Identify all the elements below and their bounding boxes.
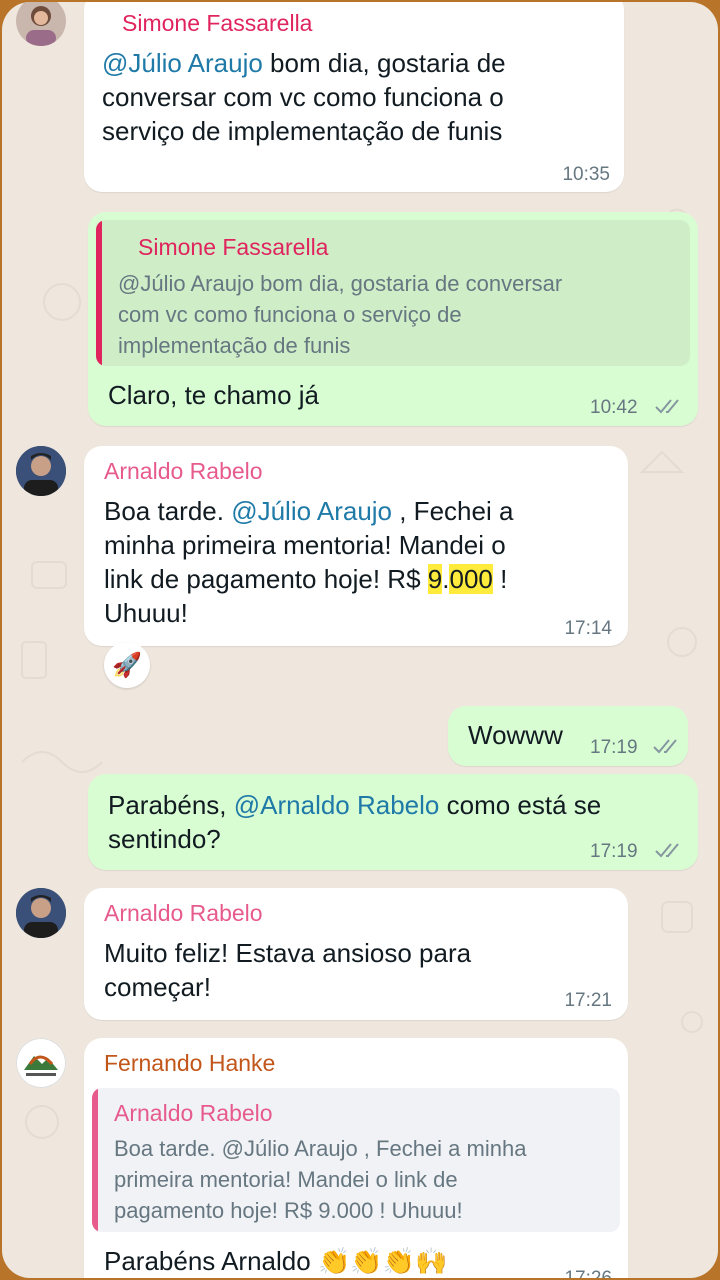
mention-link[interactable]: @Júlio Araujo [231, 496, 392, 526]
message-time: 17:26 [564, 1268, 612, 1278]
mention-link[interactable]: @Arnaldo Rabelo [234, 790, 440, 820]
message-time: 17:19 [590, 841, 638, 862]
message-text: Wowww [468, 720, 563, 750]
message-bubble[interactable]: Arnaldo Rabelo Muito feliz! Estava ansio… [84, 888, 628, 1020]
message-text: Claro, te chamo já [108, 380, 319, 410]
message-bubble[interactable]: Fernando Hanke Arnaldo Rabelo Boa tarde.… [84, 1038, 628, 1278]
message-text: @Júlio Araujo bom dia, gostaria de conve… [102, 48, 506, 146]
read-ticks-icon [655, 399, 679, 414]
quote-text: @Júlio Araujo bom dia, gostaria de conve… [118, 271, 563, 358]
mention-link[interactable]: @Júlio Araujo [102, 48, 263, 78]
quote-bar [92, 1088, 98, 1232]
quote-text: Boa tarde. @Júlio Araujo , Fechei a minh… [114, 1136, 527, 1223]
message-text: Parabéns Arnaldo 👏👏👏🙌 [104, 1246, 448, 1276]
sender-name: Simone Fassarella [122, 10, 313, 36]
quote-bar [96, 220, 102, 366]
message-time: 10:42 [590, 397, 638, 418]
chat-screen: Simone Fassarella @Júlio Araujo bom dia,… [2, 2, 718, 1278]
message-bubble[interactable]: Arnaldo Rabelo Boa tarde. @Júlio Araujo … [84, 446, 628, 646]
quote-sender: Arnaldo Rabelo [114, 1100, 273, 1126]
read-ticks-icon [655, 843, 679, 858]
sender-name: Fernando Hanke [104, 1050, 276, 1076]
sender-name: Arnaldo Rabelo [104, 458, 263, 484]
message-bubble[interactable]: Simone Fassarella @Júlio Araujo bom dia,… [88, 212, 698, 426]
message-text: Boa tarde. @Júlio Araujo , Fechei a minh… [104, 496, 514, 628]
message-time: 17:14 [564, 618, 612, 639]
message-text: Muito feliz! Estava ansioso para começar… [104, 938, 472, 1002]
message-bubble[interactable]: Wowww 17:19 [448, 706, 688, 766]
read-ticks-icon [653, 739, 677, 754]
avatar-fernando[interactable] [16, 1038, 66, 1088]
message-time: 17:19 [590, 737, 638, 758]
quoted-message[interactable]: Arnaldo Rabelo Boa tarde. @Júlio Araujo … [92, 1088, 620, 1232]
message-time: 10:35 [562, 164, 610, 185]
sender-name: Arnaldo Rabelo [104, 900, 263, 926]
search-highlight: 000 [449, 564, 493, 594]
reaction-rocket-icon[interactable]: 🚀 [104, 642, 150, 688]
search-highlight: 9 [427, 564, 443, 594]
clapping-emoji-icon: 👏👏👏🙌 [317, 1246, 448, 1276]
message-bubble[interactable]: Simone Fassarella @Júlio Araujo bom dia,… [84, 2, 624, 192]
quoted-message[interactable]: Simone Fassarella @Júlio Araujo bom dia,… [96, 220, 690, 366]
avatar-arnaldo[interactable] [16, 446, 66, 496]
avatar-arnaldo[interactable] [16, 888, 66, 938]
message-bubble[interactable]: Parabéns, @Arnaldo Rabelo como está se s… [88, 774, 698, 870]
quote-sender: Simone Fassarella [138, 234, 329, 260]
message-time: 17:21 [564, 990, 612, 1011]
